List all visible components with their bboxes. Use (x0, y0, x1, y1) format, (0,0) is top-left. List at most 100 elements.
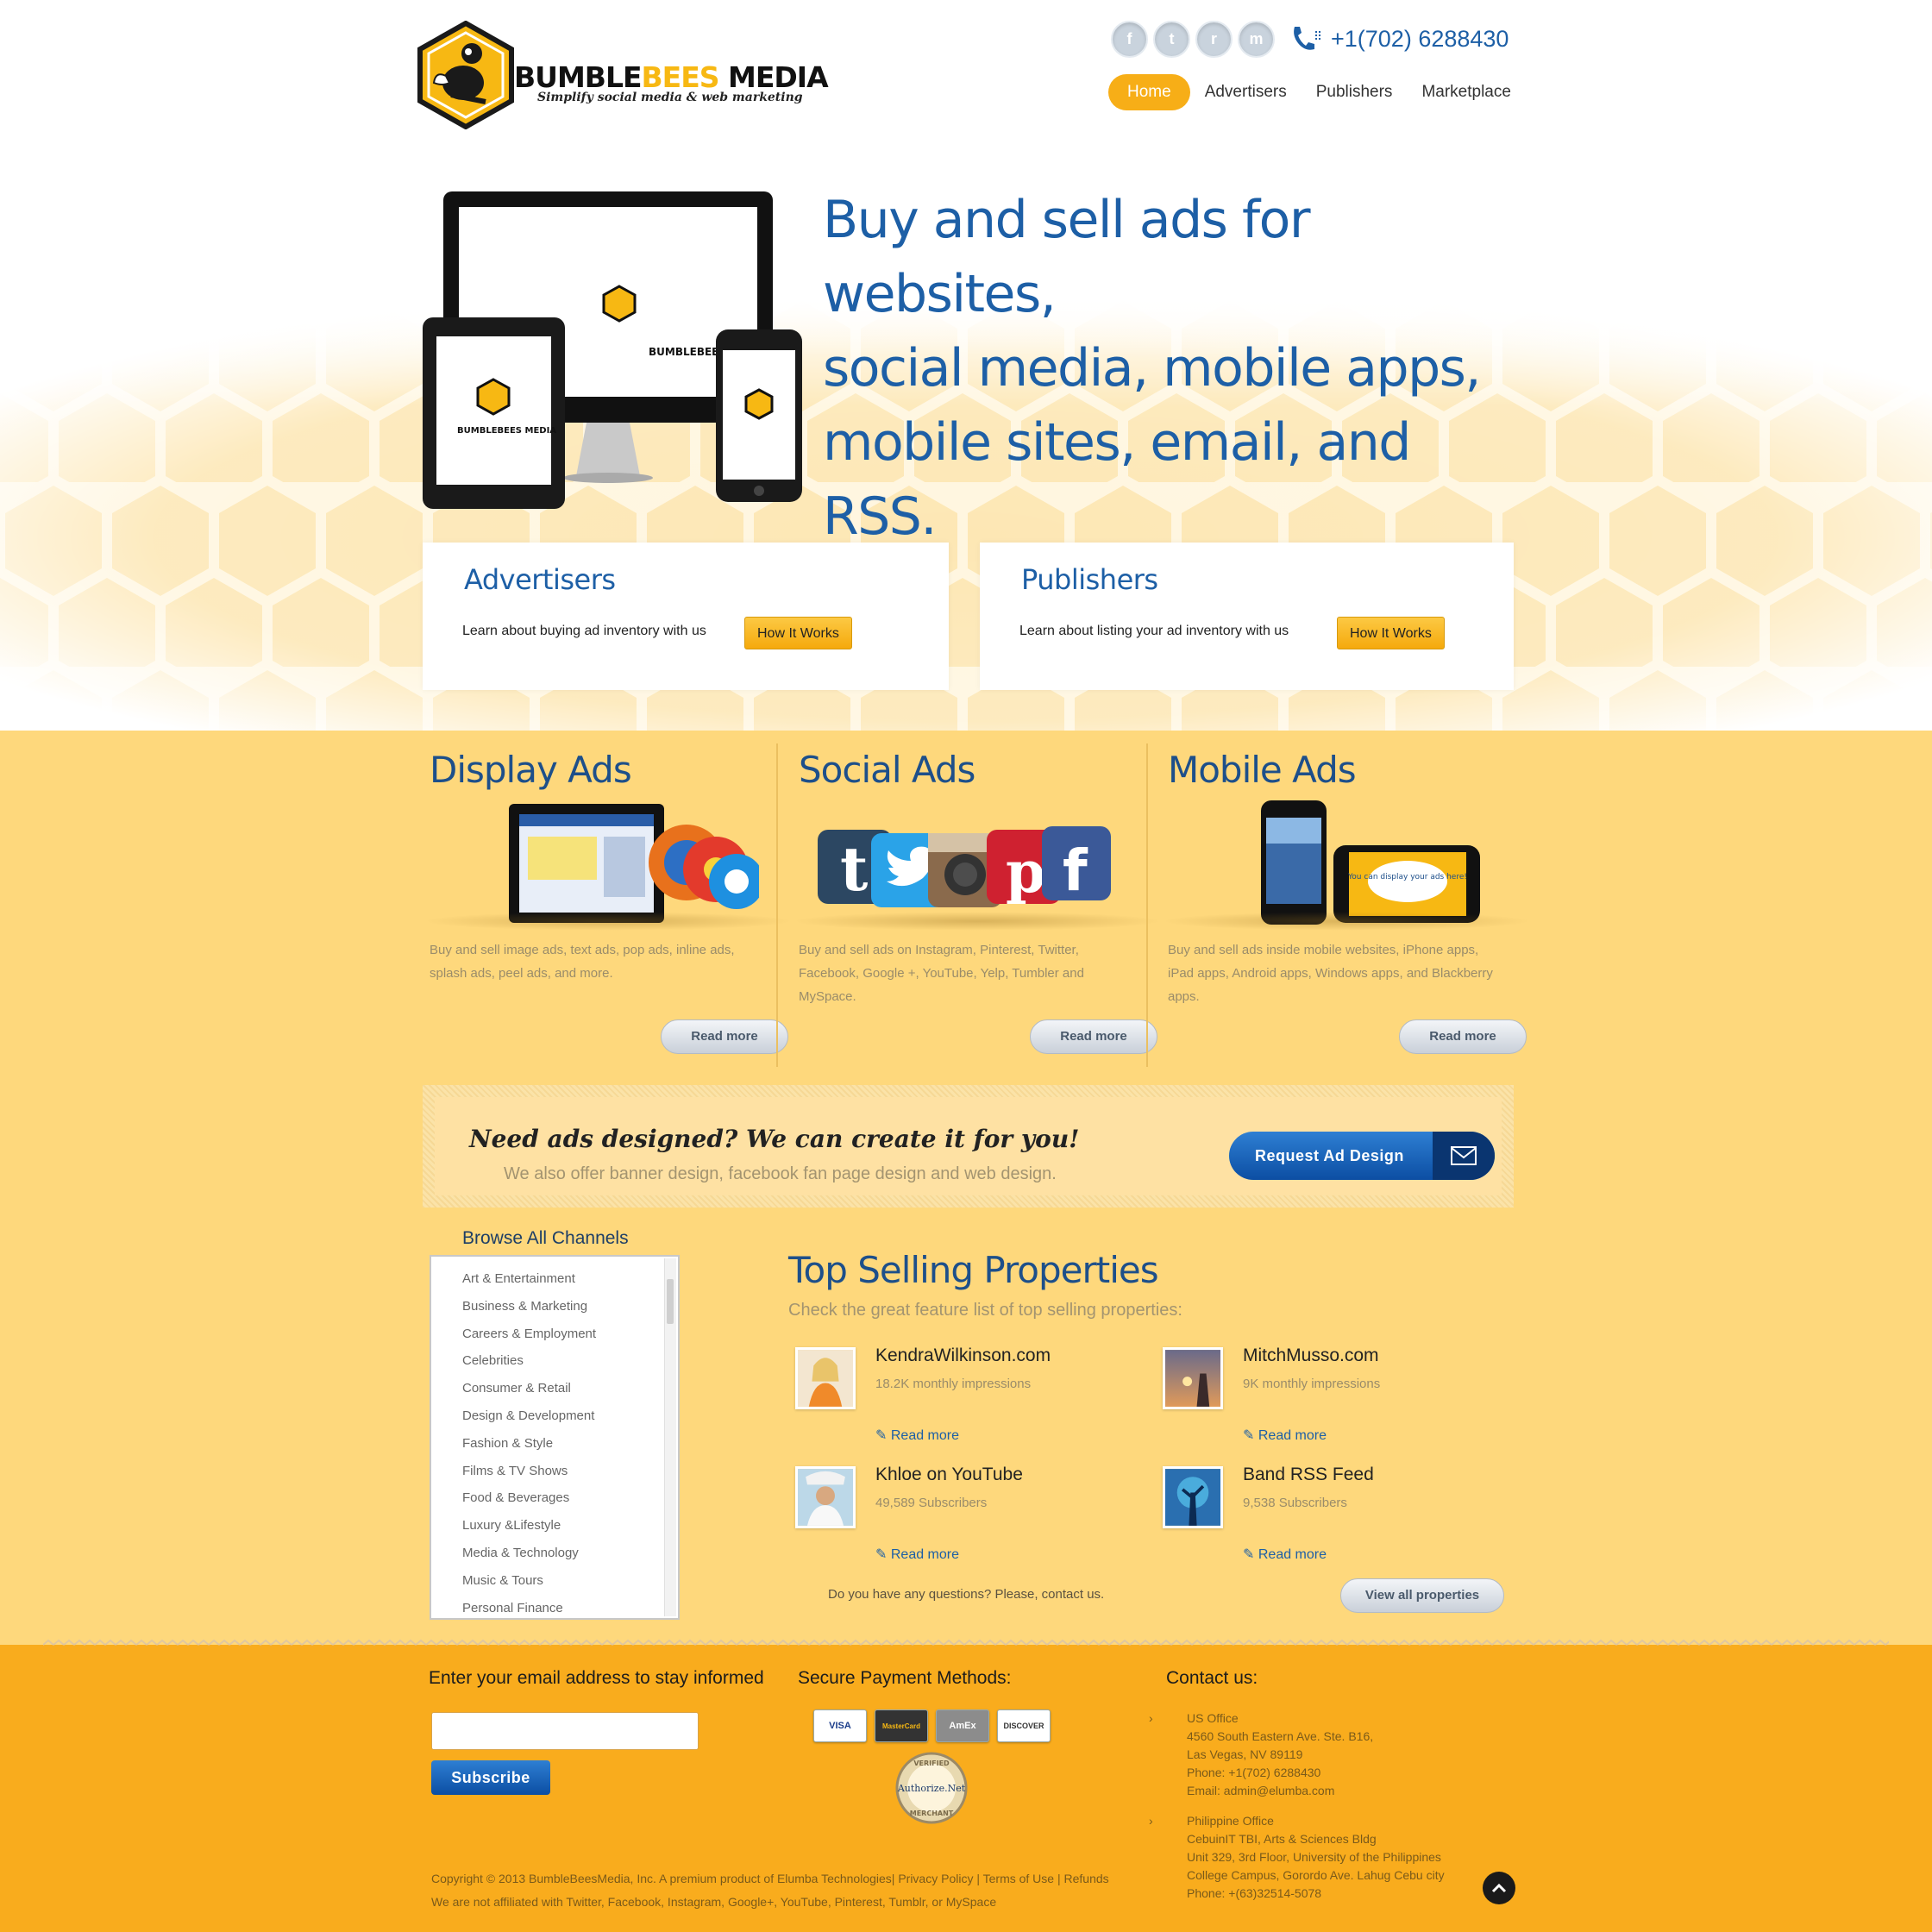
questions-contact-text[interactable]: Do you have any questions? Please, conta… (828, 1587, 1104, 1602)
office-email[interactable]: Email: admin@elumba.com (1166, 1782, 1528, 1800)
feature-title: Social Ads (799, 749, 975, 791)
channel-item[interactable]: Luxury &Lifestyle (462, 1512, 678, 1540)
feature-text: Buy and sell ads inside mobile websites,… (1168, 943, 1493, 1004)
channel-item[interactable]: Fashion & Style (462, 1430, 678, 1458)
channel-item[interactable]: Careers & Employment (462, 1320, 678, 1348)
display-ads-read-more-button[interactable]: Read more (661, 1019, 788, 1054)
channel-item[interactable]: Business & Marketing (462, 1293, 678, 1320)
property-read-more-link[interactable]: ✎ Read more (1243, 1546, 1327, 1563)
property-item: KendraWilkinson.com 18.2K monthly impres… (795, 1346, 1123, 1459)
property-read-more-link[interactable]: ✎ Read more (875, 1427, 959, 1444)
office-line: Phone: +(63)32514-5078 (1187, 1886, 1322, 1900)
banner-heading: Need ads designed? We can create it for … (469, 1125, 1080, 1153)
phone-icon (1294, 27, 1320, 50)
channel-item[interactable]: Films & TV Shows (462, 1458, 678, 1485)
channel-item[interactable]: Celebrities (462, 1347, 678, 1375)
subscribe-button[interactable]: Subscribe (431, 1760, 550, 1795)
channel-item[interactable]: Personal Finance (462, 1595, 678, 1618)
property-name[interactable]: KendraWilkinson.com (875, 1346, 1051, 1366)
feature-shadow (1161, 912, 1532, 931)
property-stat: 49,589 Subscribers (875, 1496, 988, 1510)
property-thumbnail (795, 1347, 856, 1409)
column-divider (776, 743, 778, 1067)
browse-channels-title: Browse All Channels (462, 1228, 629, 1248)
amex-card-icon: AmEx (936, 1709, 989, 1742)
office-title: Philippine Office (1187, 1814, 1274, 1828)
feature-shadow (423, 912, 794, 931)
top-selling-title: Top Selling Properties (788, 1249, 1159, 1291)
payment-title: Secure Payment Methods: (798, 1668, 1012, 1688)
office-line: Phone: +1(702) 6288430 (1187, 1766, 1321, 1779)
feature-text: Buy and sell image ads, text ads, pop ad… (430, 943, 735, 981)
property-stat: 9,538 Subscribers (1243, 1496, 1347, 1510)
property-thumbnail (795, 1466, 856, 1528)
email-input[interactable] (431, 1712, 699, 1750)
bee-logo-icon (417, 21, 514, 129)
property-name[interactable]: Khloe on YouTube (875, 1465, 1023, 1485)
publishers-how-it-works-button[interactable]: How It Works (1337, 617, 1445, 649)
property-read-more-link[interactable]: ✎ Read more (875, 1546, 959, 1563)
rss-icon[interactable]: r (1195, 21, 1233, 58)
channel-item[interactable]: Media & Technology (462, 1540, 678, 1567)
office-line: CebuinIT TBI, Arts & Sciences Bldg (1187, 1832, 1377, 1846)
publishers-title: Publishers (1021, 563, 1158, 596)
publishers-card: Publishers Learn about listing your ad i… (980, 543, 1514, 690)
twitter-icon[interactable]: t (1153, 21, 1190, 58)
property-stat: 9K monthly impressions (1243, 1377, 1381, 1391)
advertisers-text: Learn about buying ad inventory with us (462, 624, 706, 638)
envelope-icon (1433, 1132, 1495, 1180)
hero-headline: Buy and sell ads for websites, social me… (823, 183, 1530, 554)
channel-item[interactable]: Music & Tours (462, 1567, 678, 1595)
channel-item[interactable]: Consumer & Retail (462, 1375, 678, 1402)
property-item: Khloe on YouTube 49,589 Subscribers ✎ Re… (795, 1465, 1123, 1578)
mastercard-icon: MasterCard (875, 1709, 928, 1742)
property-thumbnail (1163, 1466, 1223, 1528)
property-name[interactable]: Band RSS Feed (1243, 1465, 1374, 1485)
payment-cards: VISA MasterCard AmEx DISCOVER (813, 1709, 1051, 1742)
mobile-ads-illustration: You can display your ads here! (1261, 800, 1480, 925)
nav-marketplace[interactable]: Marketplace (1407, 75, 1526, 110)
nav-home[interactable]: Home (1108, 74, 1190, 110)
social-ads-read-more-button[interactable]: Read more (1030, 1019, 1157, 1054)
feature-shadow (792, 912, 1163, 931)
bullet-arrow-icon: › (1149, 1711, 1153, 1725)
property-name[interactable]: MitchMusso.com (1243, 1346, 1379, 1366)
channel-item[interactable]: Design & Development (462, 1402, 678, 1430)
headline-line-2: social media, mobile apps, (823, 338, 1482, 398)
svg-text:f: f (1063, 837, 1088, 904)
top-selling-subtitle: Check the great feature list of top sell… (788, 1301, 1182, 1320)
advertisers-title: Advertisers (464, 563, 616, 596)
office-line: Las Vegas, NV 89119 (1187, 1747, 1303, 1761)
chevron-up-icon (1491, 1883, 1507, 1893)
channels-listbox[interactable]: Art & Entertainment Business & Marketing C… (430, 1255, 680, 1620)
listbox-scrollbar[interactable] (664, 1258, 676, 1616)
view-all-properties-button[interactable]: View all properties (1340, 1578, 1504, 1613)
channel-item[interactable]: Art & Entertainment (462, 1265, 678, 1293)
svg-text:p: p (1006, 838, 1045, 906)
channel-item[interactable]: Food & Beverages (462, 1484, 678, 1512)
logo-title: BUMBLEBEES MEDIA (514, 60, 829, 94)
advertisers-how-it-works-button[interactable]: How It Works (744, 617, 852, 649)
mobile-ads-read-more-button[interactable]: Read more (1399, 1019, 1527, 1054)
logo[interactable]: BUMBLEBEES MEDIA Simplify social media &… (417, 21, 829, 133)
feature-text: Buy and sell ads on Instagram, Pinterest… (799, 943, 1084, 1004)
feature-title: Display Ads (430, 749, 632, 791)
copyright-line: Copyright © 2013 BumbleBeesMedia, Inc. A… (431, 1872, 1109, 1885)
request-ad-design-button[interactable]: Request Ad Design (1229, 1132, 1495, 1180)
facebook-icon[interactable]: f (1111, 21, 1148, 58)
advertisers-card: Advertisers Learn about buying ad invent… (423, 543, 949, 690)
nav-advertisers[interactable]: Advertisers (1190, 75, 1302, 110)
back-to-top-button[interactable] (1483, 1872, 1515, 1904)
discover-card-icon: DISCOVER (997, 1709, 1051, 1742)
authorize-net-seal-icon: VERIFIED Authorize.Net MERCHANT (895, 1752, 968, 1824)
ad-design-banner: Need ads designed? We can create it for … (423, 1085, 1514, 1208)
property-item: MitchMusso.com 9K monthly impressions ✎ … (1163, 1346, 1490, 1459)
property-read-more-link[interactable]: ✎ Read more (1243, 1427, 1327, 1444)
myspace-icon[interactable]: m (1238, 21, 1275, 58)
nav-publishers[interactable]: Publishers (1302, 75, 1408, 110)
contact-block: › US Office 4560 South Eastern Ave. Ste.… (1149, 1709, 1528, 1903)
scrollbar-thumb[interactable] (667, 1279, 674, 1324)
logo-tagline: Simplify social media & web marketing (537, 91, 803, 104)
banner-inner: Need ads designed? We can create it for … (435, 1097, 1502, 1195)
seal-name-text: Authorize.Net (897, 1783, 966, 1794)
